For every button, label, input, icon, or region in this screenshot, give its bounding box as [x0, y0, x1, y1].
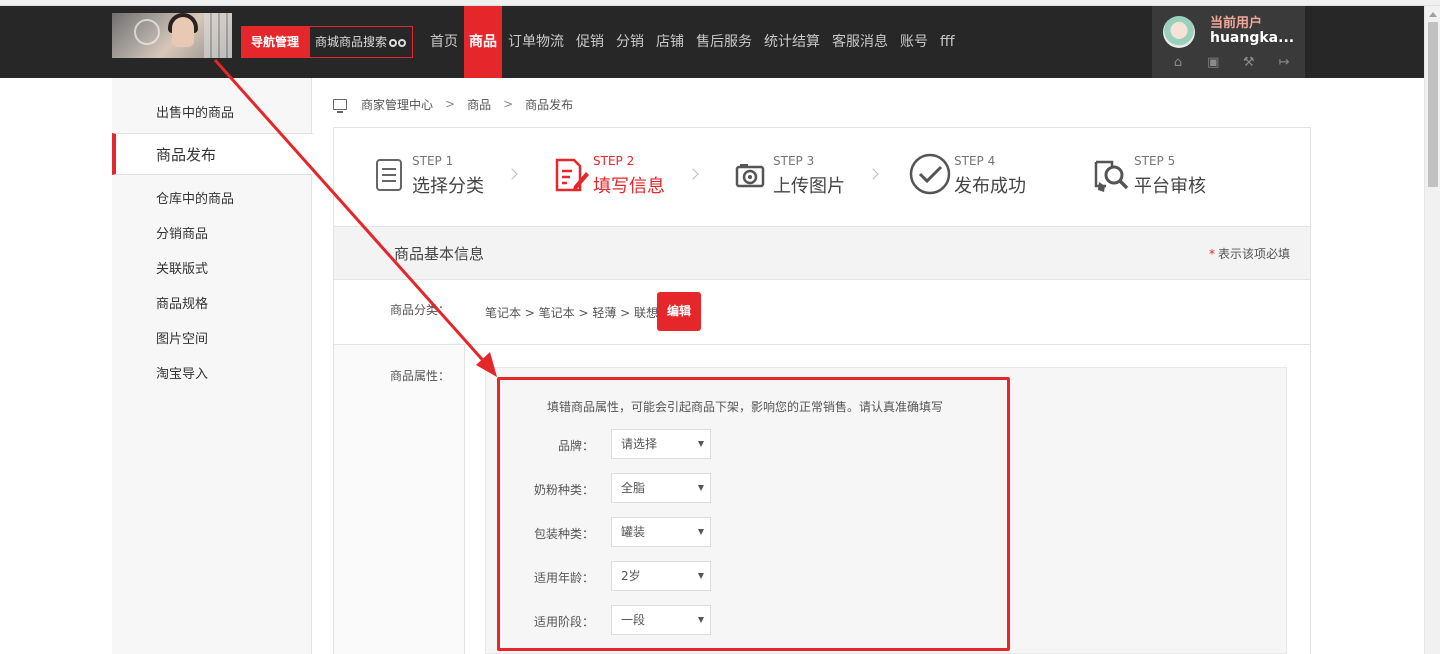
form-section-header: 商品基本信息 * 表示该项必填: [333, 227, 1311, 280]
step-label: STEP 2: [593, 154, 635, 168]
step-title: 发布成功: [954, 176, 1026, 197]
step-chevron: [867, 168, 879, 180]
step-label: STEP 1: [412, 154, 454, 168]
logo-seal: [134, 19, 160, 45]
mall-search-button[interactable]: 商城商品搜索: [309, 26, 413, 58]
required-note-text: 表示该项必填: [1217, 247, 1290, 261]
breadcrumb: 商家管理中心 > 商品 > 商品发布: [333, 94, 573, 114]
section-title: 商品基本信息: [394, 245, 485, 263]
scrollbar-thumb[interactable]: [1428, 22, 1438, 187]
step-title: 选择分类: [412, 176, 484, 197]
page: 导航管理 商城商品搜索 首页 商品 订单物流 促销 分销 店铺 售后服务 统计结…: [0, 0, 1440, 654]
breadcrumb-item: 商品发布: [525, 97, 574, 112]
breadcrumb-item[interactable]: 商品: [467, 96, 491, 113]
main-nav: 首页 商品 订单物流 促销 分销 店铺 售后服务 统计结算 客服消息 账号 ff…: [424, 6, 961, 78]
edit-icon: [555, 158, 589, 192]
scroll-up-icon[interactable]: [1429, 12, 1437, 17]
nav-distribution[interactable]: 分销: [610, 6, 650, 78]
nav-statistics[interactable]: 统计结算: [758, 6, 826, 78]
step-title: 上传图片: [773, 176, 845, 197]
sidebar-item-publish[interactable]: 商品发布: [112, 133, 313, 175]
category-row: 商品分类： 笔记本 > 笔记本 > 轻薄 > 联想 编辑: [333, 280, 1311, 345]
check-circle-icon: [909, 153, 951, 195]
category-label: 商品分类：: [389, 303, 450, 317]
category-path: 笔记本 > 笔记本 > 轻薄 > 联想: [485, 306, 659, 320]
home-icon[interactable]: ⌂: [1170, 56, 1186, 70]
breadcrumb-item[interactable]: 商家管理中心: [361, 96, 433, 113]
camera-icon: [735, 164, 765, 188]
step-chevron: [687, 168, 699, 180]
breadcrumb-separator: >: [503, 97, 514, 111]
binoculars-icon: [389, 36, 407, 48]
logout-icon[interactable]: ↦: [1276, 56, 1292, 70]
sidebar-item-images[interactable]: 图片空间: [112, 322, 312, 357]
sidebar-item-distribution[interactable]: 分销商品: [112, 217, 312, 252]
mall-search-label: 商城商品搜索: [315, 35, 388, 49]
top-header: 导航管理 商城商品搜索 首页 商品 订单物流 促销 分销 店铺 售后服务 统计结…: [0, 6, 1424, 78]
sidebar-item-template[interactable]: 关联版式: [112, 252, 312, 287]
attributes-label: 商品属性：: [389, 369, 450, 383]
nav-after-sales[interactable]: 售后服务: [690, 6, 758, 78]
breadcrumb-separator: >: [445, 97, 456, 111]
step-chevron: [506, 168, 518, 180]
publish-steps: STEP 1 选择分类 STEP 2 填写信息 STEP 3 上传图片 STEP…: [333, 127, 1311, 227]
nav-messages[interactable]: 客服消息: [826, 6, 894, 78]
list-icon: [376, 159, 402, 191]
nav-goods[interactable]: 商品: [464, 6, 502, 78]
step-label: STEP 5: [1134, 154, 1176, 168]
required-note: * 表示该项必填: [1209, 245, 1290, 262]
nav-home[interactable]: 首页: [424, 6, 464, 78]
sidebar-item-spec[interactable]: 商品规格: [112, 287, 312, 322]
nav-orders[interactable]: 订单物流: [502, 6, 570, 78]
shop-logo[interactable]: [112, 13, 232, 58]
required-star: *: [1208, 247, 1215, 261]
annotation-highlight-box: [497, 377, 1010, 651]
nav-promotion[interactable]: 促销: [570, 6, 610, 78]
step-label: STEP 3: [773, 154, 815, 168]
nav-store[interactable]: 店铺: [650, 6, 690, 78]
edit-category-button[interactable]: 编辑: [657, 292, 701, 331]
user-box: 当前用户 huangka... ⌂ ▣ ⚒ ↦: [1152, 6, 1305, 78]
wrench-icon[interactable]: ⚒: [1241, 56, 1257, 70]
sidebar: 出售中的商品 商品发布 仓库中的商品 分销商品 关联版式 商品规格 图片空间 淘…: [112, 78, 313, 654]
user-icons: ⌂ ▣ ⚒ ↦: [1170, 56, 1292, 70]
sidebar-item-on-sale[interactable]: 出售中的商品: [112, 96, 312, 131]
step-title: 平台审核: [1134, 176, 1206, 197]
logo-face: [172, 17, 194, 47]
monitor-icon: [333, 98, 347, 113]
step-label: STEP 4: [954, 154, 996, 168]
nav-manage-button[interactable]: 导航管理: [241, 26, 309, 58]
avatar[interactable]: [1163, 16, 1195, 48]
nav-account[interactable]: 账号: [894, 6, 934, 78]
page-scrollbar[interactable]: [1424, 6, 1440, 654]
sidebar-item-warehouse[interactable]: 仓库中的商品: [112, 182, 312, 217]
logo-window: [204, 13, 232, 58]
review-icon: [1094, 160, 1129, 192]
store-icon[interactable]: ▣: [1205, 56, 1221, 70]
nav-fff[interactable]: fff: [934, 6, 961, 78]
sidebar-item-taobao-import[interactable]: 淘宝导入: [112, 357, 312, 392]
attributes-label-column: 商品属性：: [334, 345, 465, 654]
user-name: huangka...: [1210, 30, 1295, 46]
user-title: 当前用户: [1210, 16, 1263, 31]
step-title: 填写信息: [593, 176, 665, 197]
